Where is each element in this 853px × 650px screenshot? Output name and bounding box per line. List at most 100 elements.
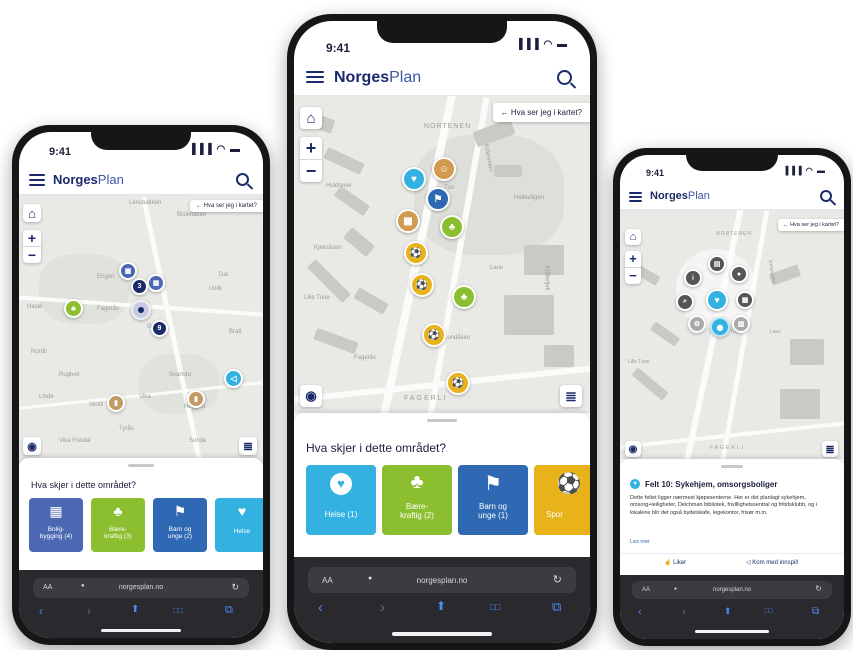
bookmarks-icon[interactable]: □□: [490, 602, 501, 612]
bookmarks-icon[interactable]: □□: [173, 606, 183, 615]
map-view[interactable]: NORTENEN FAGERLI Kirkeveien Tun Lille Tu…: [620, 209, 844, 459]
grid-marker[interactable]: ▦: [736, 291, 754, 309]
comment-button[interactable]: ◁ Kom med innspill: [746, 559, 798, 566]
signal-icons: ▐▐▐ ◠ ▬: [782, 166, 826, 175]
reload-icon[interactable]: ↻: [231, 582, 239, 593]
cluster-marker[interactable]: 9: [151, 320, 168, 337]
sustainable-marker[interactable]: ♣: [64, 299, 83, 318]
category-card-housing[interactable]: ▦ Bolig- bygging (4): [29, 498, 83, 552]
zoom-control[interactable]: + −: [300, 137, 322, 182]
forward-icon[interactable]: ›: [87, 604, 91, 618]
filter-button[interactable]: ≣: [239, 437, 257, 455]
brand-logo[interactable]: NorgesPlan: [53, 172, 124, 187]
home-button[interactable]: ⌂: [625, 229, 641, 245]
sheet-handle[interactable]: [128, 464, 154, 467]
housing-marker[interactable]: ▦: [119, 262, 137, 280]
culture-marker[interactable]: ▮: [107, 394, 125, 412]
kids-icon: ⚑: [484, 473, 502, 495]
brand-logo[interactable]: NorgesPlan: [334, 69, 421, 87]
settings-marker[interactable]: ⚙: [688, 315, 706, 333]
map-legend-button[interactable]: ← Hva ser jeg i kartet?: [492, 103, 590, 122]
home-button[interactable]: ⌂: [300, 107, 322, 129]
health-marker[interactable]: ◁: [224, 369, 243, 388]
read-more-link[interactable]: Les mer: [630, 539, 650, 545]
zoom-out-button[interactable]: −: [625, 268, 641, 284]
locate-button[interactable]: ◉: [300, 385, 322, 407]
filter-button[interactable]: ≣: [560, 385, 582, 407]
circle-marker[interactable]: ●: [730, 265, 748, 283]
map-legend-button[interactable]: ← Hva ser jeg i kartet?: [778, 219, 844, 231]
category-card-kids[interactable]: ⚑ Barn og unge (2): [153, 498, 207, 552]
sport-marker[interactable]: ⚽: [446, 371, 470, 395]
zoom-in-button[interactable]: +: [23, 230, 41, 247]
category-card-health[interactable]: ♥ Helse (1): [306, 465, 376, 535]
brand-logo[interactable]: NorgesPlan: [650, 190, 710, 202]
address-bar[interactable]: AA ● norgesplan.no ↻: [33, 578, 249, 598]
back-icon[interactable]: ‹: [638, 606, 642, 618]
share-icon[interactable]: ⬆: [436, 599, 446, 613]
menu-icon[interactable]: [629, 192, 642, 204]
like-button[interactable]: ☝ Liker: [664, 559, 686, 566]
menu-icon[interactable]: [29, 174, 45, 186]
menu-icon[interactable]: [306, 71, 324, 83]
info-marker[interactable]: i: [684, 269, 702, 287]
tabs-icon[interactable]: ⧉: [812, 606, 819, 617]
sheet-handle[interactable]: [721, 465, 743, 468]
search-icon[interactable]: [557, 70, 572, 85]
sheet-handle[interactable]: [427, 419, 457, 422]
culture-marker[interactable]: ☺: [432, 157, 456, 181]
bookmarks-icon[interactable]: □□: [764, 608, 772, 615]
forward-icon[interactable]: ›: [682, 606, 686, 618]
category-card-health[interactable]: ♥ Helse: [215, 498, 263, 552]
health-marker[interactable]: ♥: [402, 167, 426, 191]
cluster-marker[interactable]: 3: [131, 278, 148, 295]
home-button[interactable]: ⌂: [23, 204, 41, 222]
sport-marker[interactable]: ⚽: [422, 323, 446, 347]
forward-icon[interactable]: ›: [380, 599, 385, 616]
locate-button[interactable]: ◉: [625, 441, 641, 457]
zoom-control[interactable]: + −: [625, 251, 641, 284]
zoom-control[interactable]: + −: [23, 230, 41, 263]
reload-icon[interactable]: ↻: [553, 573, 562, 586]
address-bar[interactable]: AA ● norgesplan.no ↻: [632, 581, 832, 599]
zoom-in-button[interactable]: +: [625, 251, 641, 268]
building-marker[interactable]: ▤: [708, 255, 726, 273]
locate-button[interactable]: ◉: [23, 437, 41, 455]
search-icon[interactable]: [820, 190, 832, 202]
housing-marker[interactable]: ▦: [147, 274, 165, 292]
culture-marker[interactable]: ▮: [187, 390, 205, 408]
back-icon[interactable]: ‹: [39, 604, 43, 618]
zoom-in-button[interactable]: +: [300, 137, 322, 160]
category-card-sustainable[interactable]: ♣ Bære- kraftig (2): [382, 465, 452, 535]
filter-button[interactable]: ≣: [822, 441, 838, 457]
library-marker[interactable]: ▦: [396, 209, 420, 233]
zoom-out-button[interactable]: −: [300, 160, 322, 182]
tabs-icon[interactable]: ⧉: [552, 599, 561, 615]
reload-icon[interactable]: ↻: [815, 584, 822, 593]
search-marker[interactable]: ⌕: [676, 293, 694, 311]
app-header: NorgesPlan: [294, 61, 590, 96]
notch: [686, 155, 778, 171]
category-card-sustainable[interactable]: ♣ Bære- kraftig (3): [91, 498, 145, 552]
back-icon[interactable]: ‹: [318, 599, 323, 616]
sport-marker[interactable]: ⚽: [410, 273, 434, 297]
document-marker[interactable]: ▧: [732, 315, 750, 333]
kids-marker[interactable]: ⚑: [426, 187, 450, 211]
sustainable-marker[interactable]: ♣: [452, 285, 476, 309]
selected-marker[interactable]: ◉: [710, 317, 730, 337]
search-icon[interactable]: [236, 173, 249, 186]
category-card-kids[interactable]: ⚑ Barn og unge (1): [458, 465, 528, 535]
tabs-icon[interactable]: ⧉: [225, 604, 233, 617]
category-card-sport[interactable]: ⚽ Spor: [534, 465, 590, 535]
map-view[interactable]: Lensbakken Bislettåsen Hasle Engen Ulvik…: [19, 194, 263, 464]
address-bar[interactable]: AA ● norgesplan.no ↻: [308, 567, 576, 593]
share-icon[interactable]: ⬆: [131, 604, 139, 615]
map-legend-button[interactable]: ← Hva ser jeg i kartet?: [189, 200, 263, 212]
map-view[interactable]: NORTENEN FAGERLI Kirkeveien Huldrevei Tu…: [294, 95, 590, 413]
browser-chrome: AA ● norgesplan.no ↻ ‹ › ⬆ □□ ⧉: [19, 570, 263, 638]
share-icon[interactable]: ⬆: [724, 606, 732, 617]
health-marker[interactable]: ♥: [706, 289, 728, 311]
sport-marker[interactable]: ⚽: [404, 241, 428, 265]
sustainable-marker[interactable]: ♣: [440, 215, 464, 239]
zoom-out-button[interactable]: −: [23, 247, 41, 263]
